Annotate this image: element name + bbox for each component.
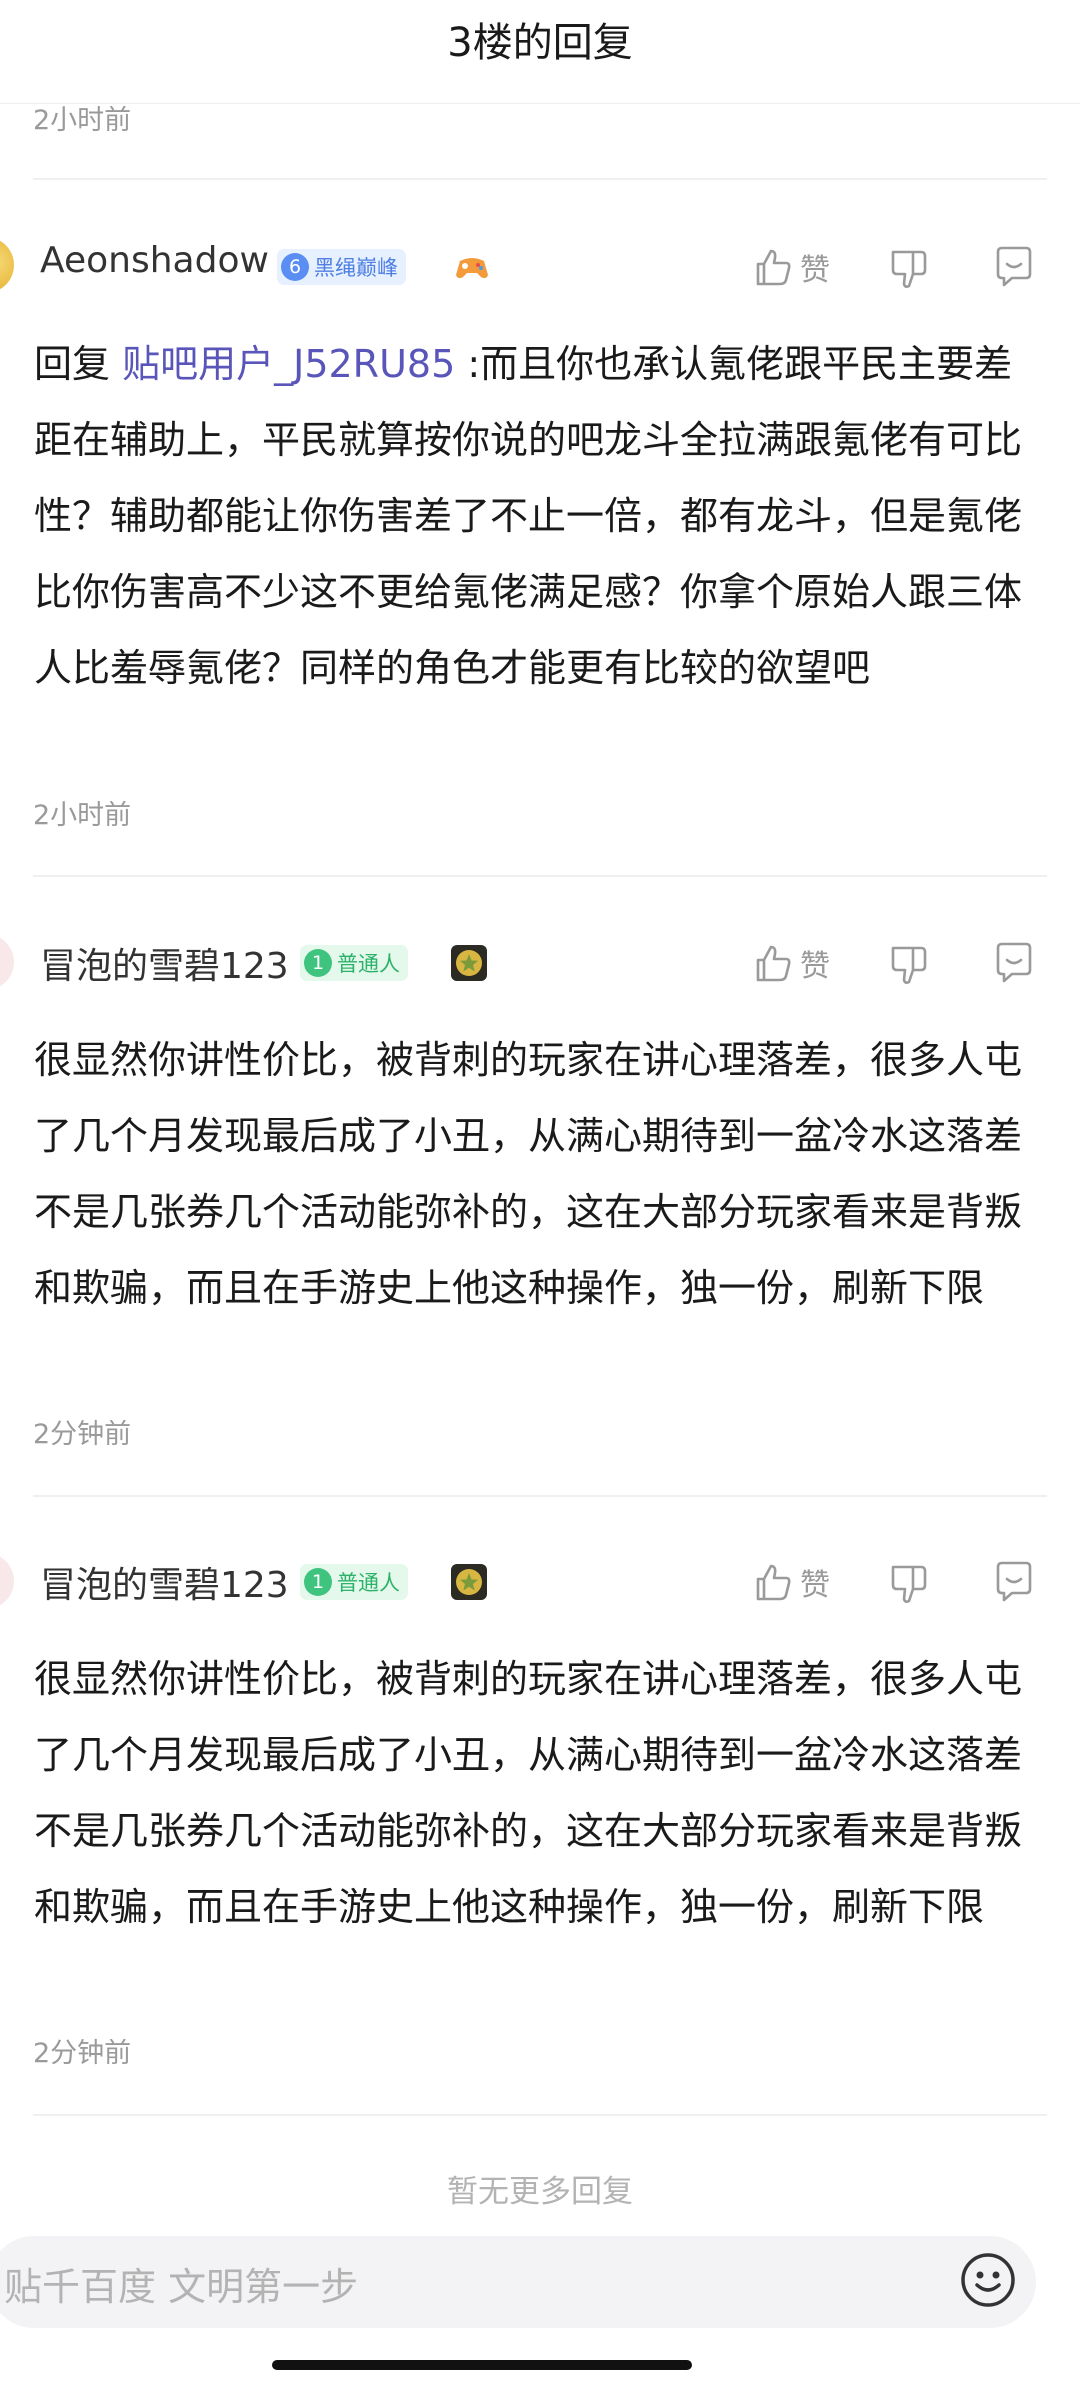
level-number: 6 (281, 253, 309, 281)
reply-content: 很显然你讲性价比，被背刺的玩家在讲心理落差，很多人屯了几个月发现最后成了小丑，从… (34, 1038, 1023, 1310)
reply-time: 2分钟前 (33, 2038, 132, 2069)
divider (33, 1495, 1047, 1497)
thumbs-up-icon (756, 249, 791, 286)
username[interactable]: 冒泡的雪碧123 (40, 937, 289, 989)
username[interactable]: 冒泡的雪碧123 (40, 1556, 289, 1608)
mention-link[interactable]: 贴吧用户_J52RU85 (122, 342, 455, 386)
thumbs-down-icon[interactable] (885, 1559, 933, 1607)
level-title: 普通人 (337, 952, 400, 976)
level-badge: 1 普通人 (300, 1564, 408, 1600)
like-button[interactable]: 赞 (752, 242, 830, 292)
comment-input[interactable]: 贴千百度 文明第一步 (0, 2236, 1036, 2328)
username[interactable]: Aeonshadow (40, 240, 269, 281)
reply-comment-icon[interactable] (990, 242, 1038, 290)
level-badge: 1 普通人 (300, 945, 408, 981)
comment-input-placeholder: 贴千百度 文明第一步 (4, 2265, 359, 2309)
star-medal-icon (449, 1562, 489, 1602)
divider (33, 875, 1047, 877)
reply-text: :而且你也承认氪佬跟平民主要差距在辅助上，平民就算按你说的吧龙斗全拉满跟氪佬有可… (34, 342, 1023, 690)
no-more-replies-text: 暂无更多回复 (447, 2174, 633, 2210)
level-title: 黑绳巅峰 (314, 256, 398, 280)
emoji-icon[interactable] (958, 2250, 1018, 2310)
reply-time: 2小时前 (33, 800, 132, 831)
avatar[interactable] (0, 237, 14, 293)
reply-prefix: 回复 (34, 342, 111, 386)
like-label: 赞 (800, 1568, 830, 1603)
reply-content: 很显然你讲性价比，被背刺的玩家在讲心理落差，很多人屯了几个月发现最后成了小丑，从… (34, 1657, 1023, 1929)
level-number: 1 (304, 1568, 332, 1596)
like-label: 赞 (800, 949, 830, 984)
divider (33, 178, 1047, 180)
game-controller-icon (452, 247, 492, 287)
avatar[interactable] (0, 1553, 14, 1609)
reply-time: 2分钟前 (33, 1419, 132, 1450)
thumbs-up-icon (756, 945, 791, 982)
thumbs-down-icon[interactable] (885, 940, 933, 988)
avatar[interactable] (0, 934, 14, 990)
level-number: 1 (304, 949, 332, 977)
level-title: 普通人 (337, 1571, 400, 1595)
reply-content: 回复 贴吧用户_J52RU85 :而且你也承认氪佬跟平民主要差距在辅助上，平民就… (34, 326, 1046, 706)
reply-comment-icon[interactable] (990, 1557, 1038, 1605)
page-title: 3楼的回复 (447, 20, 633, 66)
previous-post-time: 2小时前 (33, 105, 132, 136)
thumbs-down-icon[interactable] (885, 244, 933, 292)
level-badge: 6 黑绳巅峰 (277, 249, 406, 285)
home-indicator (272, 2360, 692, 2370)
like-button[interactable]: 赞 (752, 1557, 830, 1607)
divider (33, 2114, 1047, 2116)
top-header: 3楼的回复 2小时前 (0, 0, 1080, 136)
thumbs-up-icon (756, 1564, 791, 1601)
star-medal-icon (449, 943, 489, 983)
like-label: 赞 (800, 253, 830, 288)
reply-comment-icon[interactable] (990, 938, 1038, 986)
like-button[interactable]: 赞 (752, 938, 830, 988)
